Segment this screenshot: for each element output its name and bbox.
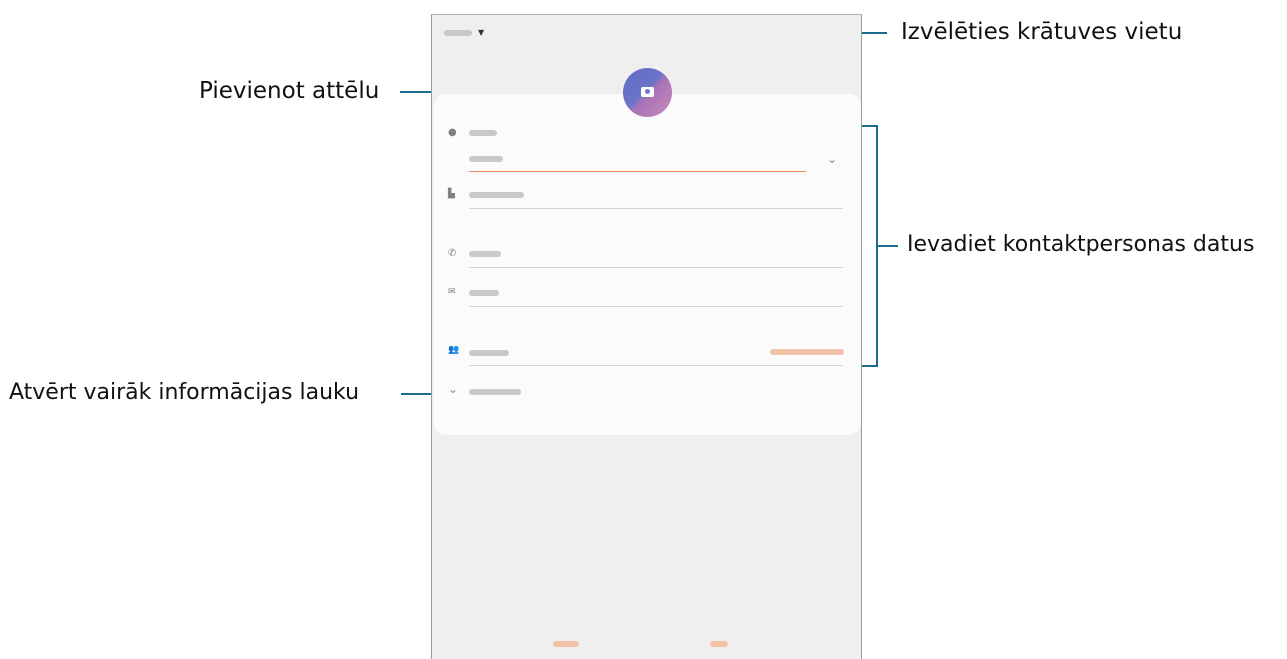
chevron-down-icon[interactable]: ⌄: [827, 152, 837, 166]
save-button[interactable]: [710, 641, 728, 647]
email-input[interactable]: [469, 290, 499, 296]
callout-picture-label: Pievienot attēlu: [199, 78, 380, 104]
callout-more-label: Atvērt vairāk informācijas lauku: [9, 380, 360, 405]
building-icon: ▙: [448, 189, 455, 199]
groups-underline: [469, 365, 843, 366]
callout-storage-label: Izvēlēties krātuves vietu: [901, 19, 1183, 45]
phone-underline: [469, 267, 843, 268]
phone-input[interactable]: [469, 251, 501, 257]
company-underline: [469, 208, 843, 209]
contact-form-card: ● ⌄ ▙ ✆ ✉ 👥 ⌄: [434, 94, 861, 435]
add-picture-button[interactable]: [623, 68, 672, 117]
envelope-icon: ✉: [448, 287, 456, 297]
caret-down-icon: ▼: [478, 28, 485, 37]
name-input[interactable]: [469, 156, 503, 162]
camera-icon: [641, 87, 654, 97]
name-label: [469, 130, 497, 136]
callout-bracket-details: [876, 125, 878, 367]
person-icon: ●: [448, 127, 457, 138]
people-icon: 👥: [448, 345, 460, 355]
groups-action[interactable]: [770, 349, 844, 355]
chevron-down-icon: ⌄: [448, 382, 459, 396]
callout-details-label: Ievadiet kontaktpersonas datus: [907, 232, 1255, 257]
company-input[interactable]: [469, 192, 524, 198]
storage-selector[interactable]: ▼: [444, 28, 484, 37]
name-underline: [469, 171, 806, 172]
more-fields-label: [469, 389, 521, 395]
callout-line-details: [878, 245, 898, 247]
cancel-button[interactable]: [553, 641, 579, 647]
phone-icon: ✆: [448, 248, 457, 259]
phone-screen: ▼ ● ⌄ ▙ ✆ ✉ 👥 ⌄: [431, 14, 862, 659]
groups-input[interactable]: [469, 350, 509, 356]
email-underline: [469, 306, 843, 307]
storage-label: [444, 29, 472, 36]
